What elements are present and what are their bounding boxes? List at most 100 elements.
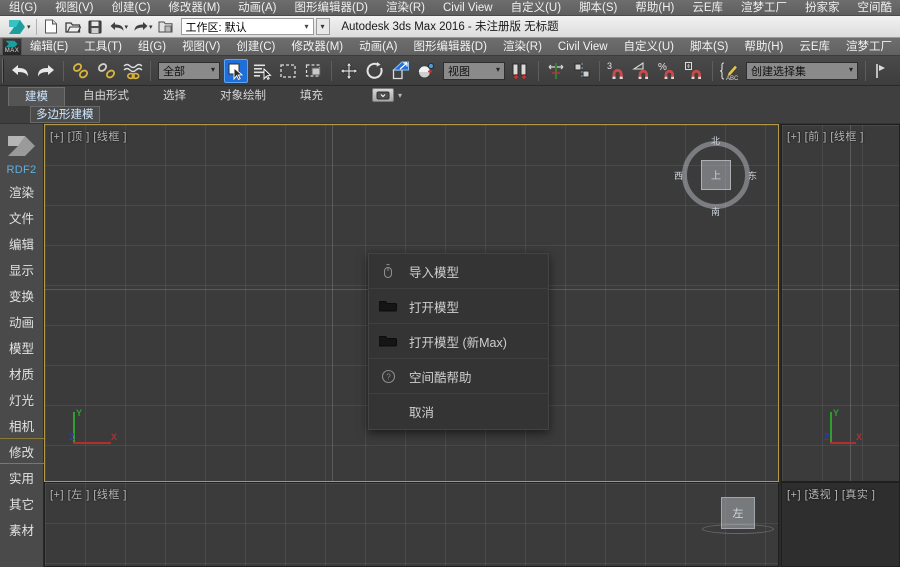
main-menu-item[interactable]: Civil View [550, 38, 616, 56]
ribbon-tab[interactable]: 自由形式 [67, 87, 145, 106]
sidebar-item[interactable]: 模型 [0, 334, 44, 360]
main-menu-item[interactable]: 图形编辑器(D) [405, 38, 494, 56]
viewport-front[interactable]: [+] [前 ] [线框 ] Y X Z [781, 124, 900, 482]
top-menu-item[interactable]: 动画(A) [229, 0, 285, 16]
align-button[interactable] [570, 59, 594, 83]
top-menu-item[interactable]: 图形编辑器(D) [286, 0, 377, 16]
viewport-label-perspective[interactable]: [+] [透视 ] [真实 ] [787, 486, 876, 502]
redo-button[interactable] [34, 59, 58, 83]
ribbon-tab[interactable]: 对象绘制 [204, 87, 282, 106]
toolbar-grip[interactable] [2, 59, 4, 83]
sidebar-item[interactable]: 其它 [0, 490, 44, 516]
workspace-overflow-button[interactable]: ▾ [316, 18, 330, 35]
sidebar-item[interactable]: 显示 [0, 256, 44, 282]
sidebar-item[interactable]: 素材 [0, 516, 44, 542]
main-menu-item[interactable]: 编辑(E) [22, 38, 76, 56]
menu-item-open-model[interactable]: 打开模型 [369, 289, 548, 324]
top-menu-item[interactable]: 组(G) [0, 0, 46, 16]
redo-button[interactable] [131, 18, 151, 36]
menu-item-cancel[interactable]: 取消 [369, 394, 548, 429]
ribbon-tab[interactable]: 填充 [284, 87, 339, 106]
sidebar-item[interactable]: 渲染 [0, 178, 44, 204]
rectangular-selection-region-button[interactable] [276, 59, 300, 83]
selection-filter-combo[interactable]: 全部 ▾ [158, 62, 220, 80]
select-and-place-button[interactable] [415, 59, 439, 83]
main-menu-item[interactable]: 组(G) [130, 38, 174, 56]
use-pivot-point-center-button[interactable] [509, 59, 533, 83]
angle-snap-toggle-button[interactable] [631, 59, 655, 83]
mirror-flyout-button[interactable] [871, 59, 895, 83]
main-menu-item[interactable]: 工具(T) [76, 38, 130, 56]
top-menu-item[interactable]: 渲梦工厂 [732, 0, 796, 16]
ribbon-tab[interactable]: 建模 [8, 87, 65, 106]
top-menu-item[interactable]: Civil View [434, 0, 502, 16]
select-and-rotate-button[interactable] [363, 59, 387, 83]
snaps-toggle-button[interactable]: 3 [605, 59, 629, 83]
viewport-label-top[interactable]: [+] [顶 ] [线框 ] [50, 128, 127, 144]
select-and-move-button[interactable] [337, 59, 361, 83]
main-menu-item[interactable]: 自定义(U) [616, 38, 682, 56]
main-menu-item[interactable]: 创建(C) [228, 38, 283, 56]
ribbon-minimize-button[interactable] [372, 88, 394, 102]
sidebar-item[interactable]: 编辑 [0, 230, 44, 256]
mirror-button[interactable] [544, 59, 568, 83]
main-menu-item[interactable]: 渲梦工厂 [838, 38, 900, 56]
sidebar-item[interactable]: 材质 [0, 360, 44, 386]
viewport-label-left[interactable]: [+] [左 ] [线框 ] [50, 486, 127, 502]
window-crossing-toggle-button[interactable] [302, 59, 326, 83]
main-menu-item[interactable]: 修改器(M) [283, 38, 351, 56]
view-cube-face[interactable]: 上 [701, 160, 731, 190]
save-file-button[interactable] [85, 18, 105, 36]
bind-to-space-warp-button[interactable] [121, 59, 145, 83]
undo-button[interactable] [8, 59, 32, 83]
redo-dropdown-arrow-icon[interactable]: ▾ [149, 23, 153, 31]
ribbon-panel-title[interactable]: 多边形建模 [30, 106, 100, 123]
sidebar-item[interactable]: 灯光 [0, 386, 44, 412]
top-menu-item[interactable]: 扮家家 [796, 0, 849, 16]
percent-snap-toggle-button[interactable]: % [657, 59, 681, 83]
reference-coordinate-combo[interactable]: 视图 ▾ [443, 62, 505, 80]
open-file-button[interactable] [63, 18, 83, 36]
top-menu-item[interactable]: 自定义(U) [502, 0, 570, 16]
viewport-label-front[interactable]: [+] [前 ] [线框 ] [787, 128, 864, 144]
top-menu-item[interactable]: 渲染(R) [377, 0, 434, 16]
sidebar-item[interactable]: 动画 [0, 308, 44, 334]
sidebar-item[interactable]: 修改 [0, 438, 44, 464]
new-scene-button[interactable] [41, 18, 61, 36]
ribbon-tab[interactable]: 选择 [147, 87, 202, 106]
set-project-folder-button[interactable] [156, 18, 176, 36]
top-menu-item[interactable]: 帮助(H) [626, 0, 683, 16]
select-by-name-button[interactable] [250, 59, 274, 83]
sidebar-item[interactable]: 变换 [0, 282, 44, 308]
select-and-link-button[interactable] [69, 59, 93, 83]
menu-item-help[interactable]: ? 空间酷帮助 [369, 359, 548, 394]
sidebar-item[interactable]: 文件 [0, 204, 44, 230]
menu-item-import-model[interactable]: 导入模型 [369, 254, 548, 289]
main-menu-item[interactable]: 脚本(S) [682, 38, 736, 56]
unlink-selection-button[interactable] [95, 59, 119, 83]
select-object-button[interactable] [224, 59, 248, 83]
viewport-left[interactable]: [+] [左 ] [线框 ] 左 [44, 482, 779, 567]
edit-named-selection-sets-button[interactable]: ABC [718, 59, 742, 83]
top-menu-item[interactable]: 修改器(M) [159, 0, 229, 16]
menu-item-open-model-new-max[interactable]: 打开模型 (新Max) [369, 324, 548, 359]
undo-button[interactable] [107, 18, 127, 36]
select-and-scale-button[interactable] [389, 59, 413, 83]
application-menu-button[interactable]: MAX [2, 38, 22, 56]
top-menu-item[interactable]: 视图(V) [46, 0, 102, 16]
top-menu-item[interactable]: 云E库 [683, 0, 732, 16]
main-menu-item[interactable]: 帮助(H) [736, 38, 791, 56]
rdf2-play-logo[interactable] [2, 128, 42, 164]
main-menu-item[interactable]: 云E库 [791, 38, 838, 56]
top-menu-item[interactable]: 脚本(S) [570, 0, 626, 16]
top-menu-item[interactable]: 创建(C) [102, 0, 159, 16]
main-menu-item[interactable]: 动画(A) [351, 38, 405, 56]
undo-dropdown-arrow-icon[interactable]: ▾ [125, 23, 129, 31]
main-menu-item[interactable]: 渲染(R) [495, 38, 550, 56]
spinner-snap-toggle-button[interactable] [683, 59, 707, 83]
named-selection-sets-combo[interactable]: 创建选择集 ▾ [746, 62, 858, 80]
view-cube[interactable]: 上 北 东 南 西 [678, 137, 754, 213]
workspace-selector[interactable]: 工作区: 默认 ▾ [181, 18, 314, 35]
sidebar-item[interactable]: 相机 [0, 412, 44, 438]
viewport-perspective[interactable]: [+] [透视 ] [真实 ] [781, 482, 900, 567]
